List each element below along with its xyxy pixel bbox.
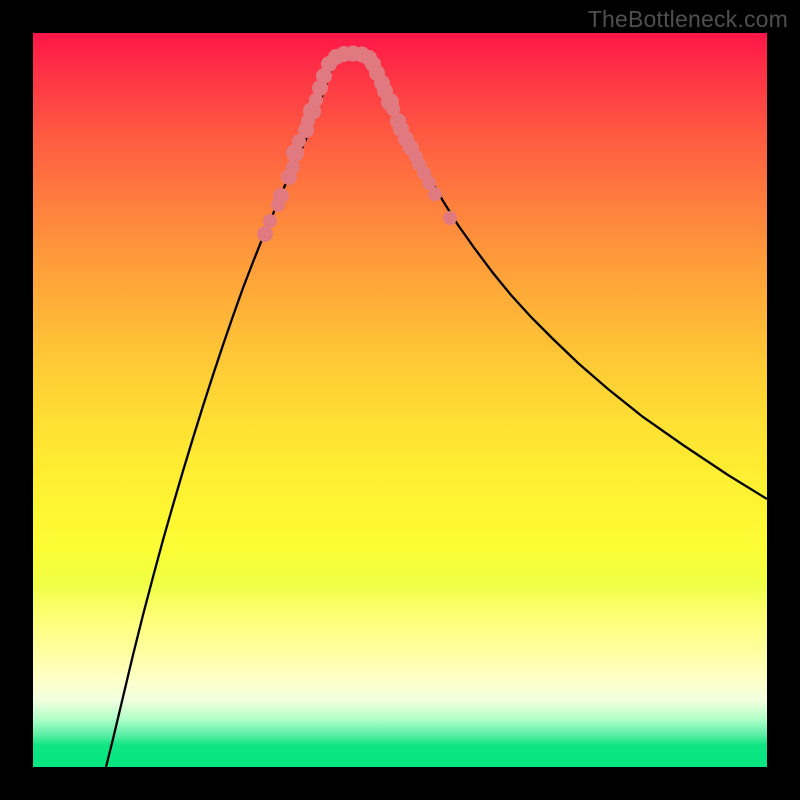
data-dot: [443, 211, 457, 225]
chart-frame: TheBottleneck.com: [0, 0, 800, 800]
plot-area: [33, 33, 767, 767]
data-dot: [257, 226, 273, 242]
data-dot: [286, 160, 300, 174]
curve-layer: [33, 33, 767, 767]
data-dot: [428, 187, 442, 201]
data-dots: [257, 46, 457, 243]
data-dot: [263, 214, 277, 228]
data-dot: [273, 188, 289, 204]
watermark-text: TheBottleneck.com: [588, 6, 788, 33]
left-curve: [106, 54, 351, 767]
right-curve: [351, 54, 767, 499]
